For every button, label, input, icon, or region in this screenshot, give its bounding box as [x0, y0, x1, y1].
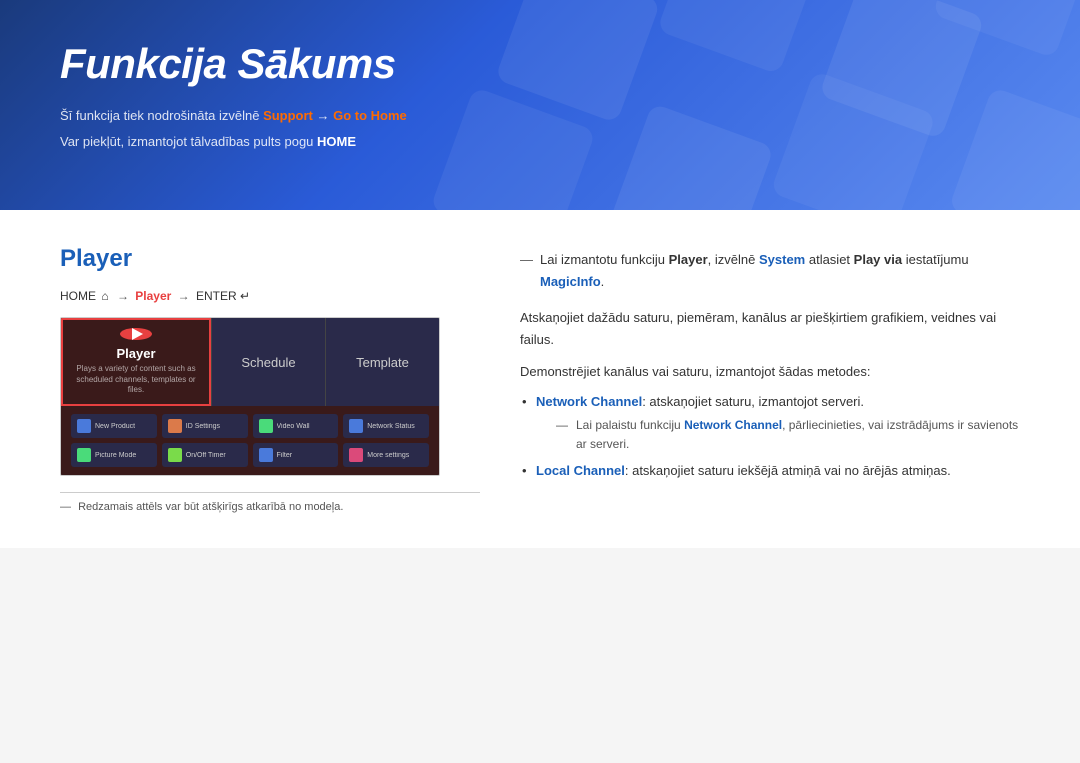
filter-icon [259, 448, 273, 462]
mockup-network-status: Network Status [343, 414, 429, 438]
onoff-timer-icon [168, 448, 182, 462]
home-bold: HOME [317, 134, 356, 149]
more-settings-label: More settings [367, 452, 409, 459]
note-text: Redzamais attēls var būt atšķirīgs atkar… [78, 501, 343, 513]
note-line: — Redzamais attēls var būt atšķirīgs atk… [60, 492, 480, 513]
enter-icon: ↵ [240, 289, 250, 303]
mockup-player-text: Player [116, 346, 155, 361]
more-settings-icon [349, 448, 363, 462]
player-bold: Player [669, 252, 708, 267]
mockup-bottom-bar: New Product ID Settings Video Wall Netwo… [61, 406, 439, 475]
nav-home: HOME [60, 289, 96, 303]
header-subtitle1: Šī funkcija tiek nodrošināta izvēlnē Sup… [60, 106, 1020, 126]
bullet-network-channel: Network Channel: atskaņojiet saturu, izm… [536, 391, 1020, 453]
mockup-new-product: New Product [71, 414, 157, 438]
mockup-picture-mode: Picture Mode [71, 443, 157, 467]
mockup-player-subtext: Plays a variety of content such as sched… [73, 364, 199, 395]
network-channel-text: : atskaņojiet saturu, izmantojot serveri… [642, 394, 864, 409]
methods-label: Demonstrējiet kanālus vai saturu, izmant… [520, 361, 1020, 383]
nav-arrow1: → [117, 289, 129, 303]
onoff-timer-label: On/Off Timer [186, 452, 226, 459]
network-status-label: Network Status [367, 423, 414, 430]
mockup-video-wall: Video Wall [253, 414, 339, 438]
right-column: Lai izmantotu funkciju Player, izvēlnē S… [520, 245, 1020, 513]
note-dash: — [60, 501, 71, 513]
mockup-filter: Filter [253, 443, 339, 467]
filter-label: Filter [277, 452, 293, 459]
picture-mode-icon [77, 448, 91, 462]
left-column: Player HOME ⌂ → Player → ENTER ↵ Player … [60, 245, 480, 513]
support-link: Support [263, 108, 313, 123]
network-channel-subnote: Lai palaistu funkciju Network Channel, p… [556, 416, 1020, 454]
intro-text2: , izvēlnē [708, 252, 759, 267]
local-channel-text: : atskaņojiet saturu iekšējā atmiņā vai … [625, 463, 951, 478]
bullet-local-channel: Local Channel: atskaņojiet saturu iekšēj… [536, 460, 1020, 482]
new-product-icon [77, 419, 91, 433]
mockup-menu-items: Schedule Template [211, 318, 439, 406]
mockup-template-item: Template [325, 318, 439, 406]
section-title: Player [60, 245, 480, 273]
header-subtitle2: Var piekļūt, izmantojot tālvadības pults… [60, 132, 1020, 152]
nav-player: Player [135, 289, 171, 303]
mockup-menu-bar: Player Plays a variety of content such a… [61, 318, 439, 406]
mockup-schedule-item: Schedule [211, 318, 325, 406]
arrow1: → [313, 108, 333, 123]
intro-text5: . [601, 274, 605, 289]
screenshot-mockup: Player Plays a variety of content such a… [60, 317, 440, 476]
mockup-more-settings: More settings [343, 443, 429, 467]
video-wall-label: Video Wall [277, 423, 310, 430]
home-icon: ⌂ [101, 289, 108, 303]
page-title: Funkcija Sākums [60, 40, 1020, 88]
play-via-bold: Play via [854, 252, 902, 267]
go-to-link: Go to Home [333, 108, 407, 123]
subtitle2-prefix: Var piekļūt, izmantojot tālvadības pults… [60, 134, 317, 149]
play-icon [120, 328, 152, 340]
main-content: Player HOME ⌂ → Player → ENTER ↵ Player … [0, 210, 1080, 548]
magicinfo-bold: MagicInfo [540, 274, 601, 289]
nav-enter: ENTER [196, 289, 237, 303]
nav-path: HOME ⌂ → Player → ENTER ↵ [60, 289, 480, 303]
new-product-label: New Product [95, 423, 135, 430]
subtitle1-prefix: Šī funkcija tiek nodrošināta izvēlnē [60, 108, 263, 123]
system-bold: System [759, 252, 805, 267]
bullet-list: Network Channel: atskaņojiet saturu, izm… [520, 391, 1020, 482]
body-paragraph1: Atskaņojiet dažādu saturu, piemēram, kan… [520, 307, 1020, 351]
intro-text3: atlasiet [805, 252, 853, 267]
header-banner: Funkcija Sākums Šī funkcija tiek nodroši… [0, 0, 1080, 210]
intro-text1: Lai izmantotu funkciju [540, 252, 669, 267]
intro-text4: iestatījumu [902, 252, 968, 267]
mockup-onoff-timer: On/Off Timer [162, 443, 248, 467]
network-channel-term: Network Channel [536, 394, 642, 409]
mockup-player-item: Player Plays a variety of content such a… [61, 318, 211, 406]
intro-paragraph: Lai izmantotu funkciju Player, izvēlnē S… [520, 249, 1020, 293]
nav-arrow2: → [178, 289, 190, 303]
subnote-text1: Lai palaistu funkciju [576, 418, 684, 432]
network-status-icon [349, 419, 363, 433]
mockup-id-settings: ID Settings [162, 414, 248, 438]
local-channel-term: Local Channel [536, 463, 625, 478]
id-settings-label: ID Settings [186, 423, 220, 430]
picture-mode-label: Picture Mode [95, 452, 136, 459]
subnote-term: Network Channel [684, 418, 782, 432]
video-wall-icon [259, 419, 273, 433]
id-settings-icon [168, 419, 182, 433]
